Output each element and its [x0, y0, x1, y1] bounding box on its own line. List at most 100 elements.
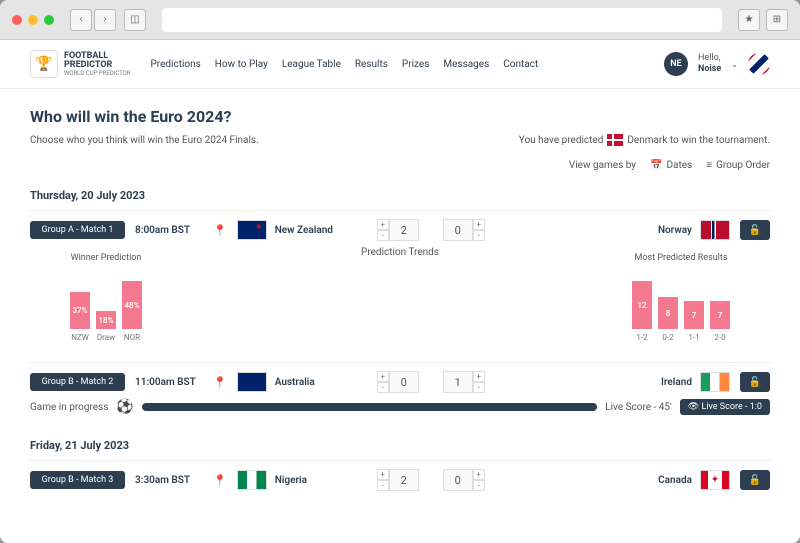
maximize-window[interactable] — [44, 15, 54, 25]
home-score-up[interactable]: + — [377, 469, 389, 480]
home-score-down[interactable]: - — [377, 230, 389, 241]
home-score-down[interactable]: - — [377, 480, 389, 491]
progress-bar — [142, 403, 597, 411]
trends-title: Prediction Trends — [361, 247, 439, 258]
away-score-down[interactable]: - — [473, 230, 485, 241]
view-by-group[interactable]: ≡ Group Order — [706, 160, 770, 171]
nav-results[interactable]: Results — [355, 59, 388, 70]
location-icon[interactable]: 📍 — [213, 474, 227, 487]
away-score-up[interactable]: + — [473, 219, 485, 230]
home-score-up[interactable]: + — [377, 371, 389, 382]
back-button[interactable]: ‹ — [70, 9, 92, 31]
bar: 48% — [122, 281, 142, 329]
new-tab-button[interactable]: ⊞ — [766, 9, 788, 31]
forward-button[interactable]: › — [94, 9, 116, 31]
date-header-2: Friday, 21 July 2023 — [30, 439, 770, 452]
nav-prizes[interactable]: Prizes — [402, 59, 429, 70]
away-team: Canada — [658, 475, 692, 486]
flag-nigeria-icon — [237, 470, 267, 490]
minimize-window[interactable] — [28, 15, 38, 25]
home-score[interactable]: 2 — [389, 219, 419, 241]
lock-prediction-button[interactable]: 🔓 — [740, 372, 770, 392]
bar: 7 — [710, 301, 730, 329]
bar-label: NZW — [70, 333, 90, 342]
flag-norway-icon — [700, 220, 730, 240]
nav-contact[interactable]: Contact — [503, 59, 538, 70]
bar: 8 — [658, 297, 678, 329]
date-header-1: Thursday, 20 July 2023 — [30, 189, 770, 202]
location-icon[interactable]: 📍 — [213, 224, 227, 237]
away-score[interactable]: 0 — [443, 469, 473, 491]
away-team: Norway — [658, 225, 692, 236]
flag-new-zealand-icon — [237, 220, 267, 240]
page-subtitle: Choose who you think will win the Euro 2… — [30, 135, 259, 146]
away-score-up[interactable]: + — [473, 469, 485, 480]
match-tag: Group A - Match 1 — [30, 221, 125, 239]
location-icon[interactable]: 📍 — [213, 376, 227, 389]
bar-label: 1-2 — [632, 333, 652, 342]
flag-australia-icon — [237, 372, 267, 392]
lock-prediction-button[interactable]: 🔓 — [740, 470, 770, 490]
flag-ireland-icon — [700, 372, 730, 392]
bar-label: 0-2 — [658, 333, 678, 342]
site-header: 🏆 FOOTBALLPREDICTOR WORLD CUP PREDICTOR … — [0, 40, 800, 89]
away-score-down[interactable]: - — [473, 382, 485, 393]
bar-label: Draw — [96, 333, 116, 342]
home-score[interactable]: 2 — [389, 469, 419, 491]
sidebar-toggle[interactable]: ◫ — [124, 9, 146, 31]
trophy-icon: 🏆 — [30, 50, 58, 78]
away-score-up[interactable]: + — [473, 371, 485, 382]
winner-prediction-chart: Winner Prediction 37%18%48% NZWDrawNOR — [70, 253, 142, 342]
logo[interactable]: 🏆 FOOTBALLPREDICTOR WORLD CUP PREDICTOR — [30, 50, 130, 78]
nav-predictions[interactable]: Predictions — [150, 59, 200, 70]
bar-label: 2-0 — [710, 333, 730, 342]
away-score[interactable]: 0 — [443, 219, 473, 241]
chevron-down-icon[interactable]: ⌄ — [731, 60, 738, 69]
lock-prediction-button[interactable]: 🔓 — [740, 220, 770, 240]
chart-title: Most Predicted Results — [632, 253, 730, 263]
browser-chrome: ‹ › ◫ ★ ⊞ — [0, 0, 800, 40]
match-3: Group B - Match 3 3:30am BST 📍 Nigeria +… — [30, 460, 770, 499]
match-1: Group A - Match 1 8:00am BST 📍 New Zeala… — [30, 210, 770, 362]
flag-canada-icon — [700, 470, 730, 490]
nav-league-table[interactable]: League Table — [282, 59, 341, 70]
match-time: 11:00am BST — [135, 377, 203, 388]
language-flag-uk[interactable] — [748, 53, 770, 75]
chart-title: Winner Prediction — [70, 253, 142, 263]
match-tag: Group B - Match 2 — [30, 373, 125, 391]
bar: 37% — [70, 292, 90, 329]
nav-messages[interactable]: Messages — [443, 59, 489, 70]
home-team: Australia — [275, 377, 315, 388]
bar-label: NOR — [122, 333, 142, 342]
view-by-dates[interactable]: 📅 Dates — [650, 160, 692, 171]
url-bar[interactable] — [162, 8, 722, 32]
close-window[interactable] — [12, 15, 22, 25]
match-time: 3:30am BST — [135, 475, 203, 486]
home-team: Nigeria — [275, 475, 307, 486]
most-predicted-results-chart: Most Predicted Results 12877 1-20-21-12-… — [632, 253, 730, 342]
nav-how-to-play[interactable]: How to Play — [215, 59, 268, 70]
logo-line2: PREDICTOR — [64, 60, 112, 70]
away-score[interactable]: 1 — [443, 371, 473, 393]
football-icon: ⚽ — [116, 399, 133, 415]
bar-label: 1-1 — [684, 333, 704, 342]
predicted-winner: You have predicted Denmark to win the to… — [519, 134, 770, 146]
page-title: Who will win the Euro 2024? — [30, 107, 770, 126]
bookmark-button[interactable]: ★ — [738, 9, 760, 31]
away-score-down[interactable]: - — [473, 480, 485, 491]
match-2: Group B - Match 2 11:00am BST 📍 Australi… — [30, 362, 770, 429]
user-greeting: Hello,Noise — [698, 53, 721, 75]
flag-denmark-icon — [607, 134, 623, 146]
avatar[interactable]: NE — [664, 52, 688, 76]
home-score-down[interactable]: - — [377, 382, 389, 393]
home-score-up[interactable]: + — [377, 219, 389, 230]
live-time: Live Score - 45' — [605, 402, 672, 413]
bar: 12 — [632, 281, 652, 329]
live-score-badge[interactable]: 👁 Live Score - 1:0 — [680, 399, 770, 415]
window-controls — [12, 15, 54, 25]
match-tag: Group B - Match 3 — [30, 471, 125, 489]
main-nav: Predictions How to Play League Table Res… — [150, 59, 538, 70]
logo-subtitle: WORLD CUP PREDICTOR — [64, 70, 130, 77]
match-time: 8:00am BST — [135, 225, 203, 236]
home-score[interactable]: 0 — [389, 371, 419, 393]
